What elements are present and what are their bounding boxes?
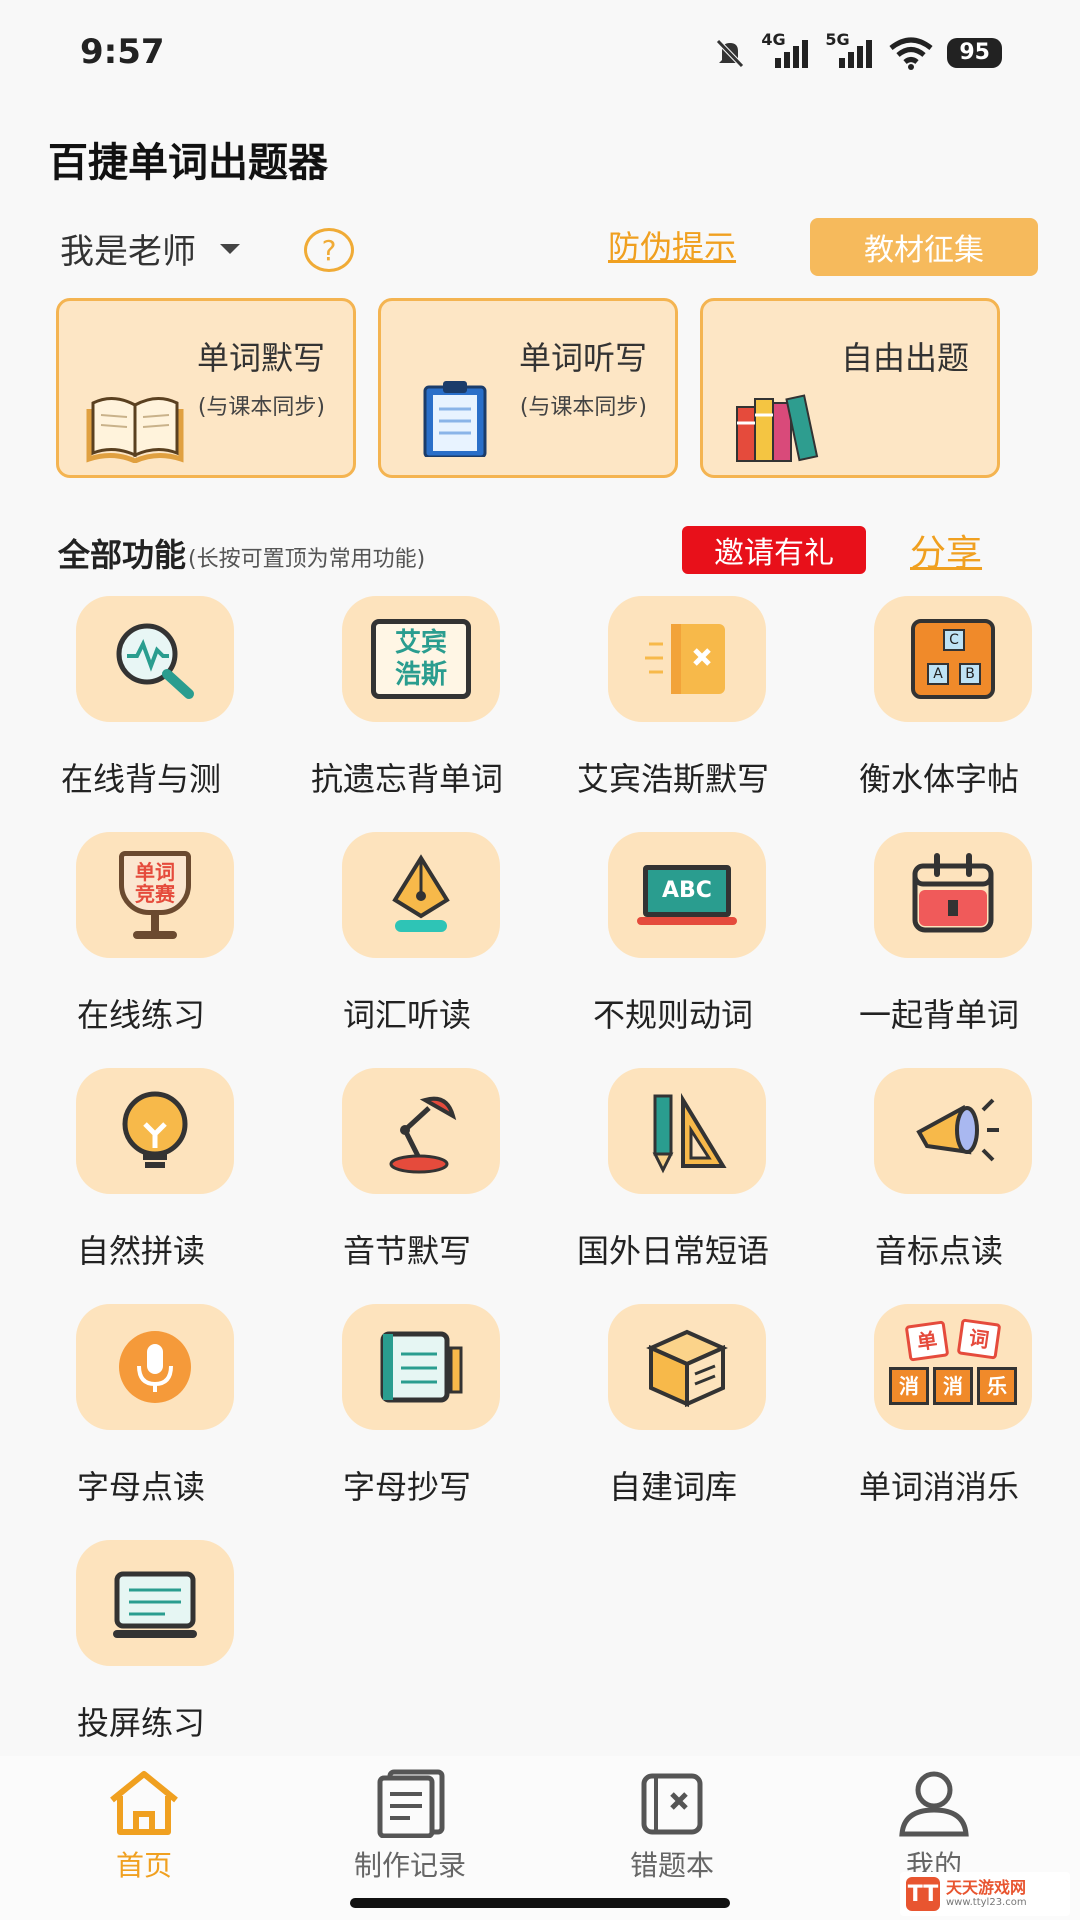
feature-phonetic-read[interactable]: 音标点读 — [806, 1068, 1072, 1270]
feature-label: 艾宾浩斯默写 — [576, 760, 769, 798]
watermark-name: 天天游戏网 — [946, 1878, 1027, 1897]
megaphone-icon — [874, 1068, 1032, 1194]
invite-button[interactable]: 邀请有礼 — [682, 526, 866, 574]
feature-label: 在线练习 — [76, 996, 205, 1034]
ruler-pencil-icon — [608, 1068, 766, 1194]
feature-online-recite-test[interactable]: 在线背与测 — [8, 596, 274, 798]
feature-label: 音标点读 — [874, 1232, 1003, 1270]
magnifier-wave-icon — [76, 596, 234, 722]
feature-vocab-listen-read[interactable]: 词汇听读 — [274, 832, 540, 1034]
error-book-icon — [641, 1773, 703, 1835]
chalkboard-icon: ABC — [608, 832, 766, 958]
lightbulb-icon — [76, 1068, 234, 1194]
copybook-icon — [342, 1304, 500, 1430]
feature-screen-cast-practice[interactable]: 投屏练习 — [8, 1540, 274, 1742]
role-label: 我是老师 — [60, 232, 196, 272]
pen-nib-icon — [342, 832, 500, 958]
status-icons: 4G 5G 95 — [713, 30, 1002, 70]
feature-label: 字母抄写 — [342, 1468, 471, 1506]
abc-blocks-icon: C A B — [874, 596, 1032, 722]
microphone-icon — [76, 1304, 234, 1430]
chevron-down-icon — [220, 243, 240, 254]
tab-home[interactable]: 首页 — [34, 1756, 254, 1884]
desk-lamp-icon — [342, 1068, 500, 1194]
card-title: 单词听写 — [518, 339, 647, 377]
feature-label: 衡水体字帖 — [858, 760, 1019, 798]
battery-indicator: 95 — [947, 38, 1002, 68]
mute-bell-icon — [716, 39, 745, 68]
textbook-collect-button[interactable]: 教材征集 — [810, 218, 1038, 276]
feature-foreign-phrases[interactable]: 国外日常短语 — [540, 1068, 806, 1270]
open-book-icon — [86, 397, 184, 463]
card-subtitle: (与课本同步) — [519, 395, 647, 420]
feature-online-practice[interactable]: 单词 竞赛 在线练习 — [8, 832, 274, 1034]
tab-profile[interactable]: 我的 — [824, 1756, 1044, 1884]
profile-icon — [899, 1771, 969, 1837]
card-title: 单词默写 — [196, 339, 325, 377]
books-icon — [736, 394, 819, 462]
box-icon — [608, 1304, 766, 1430]
feature-anti-forget[interactable]: 艾宾 浩斯 抗遗忘背单词 — [274, 596, 540, 798]
feature-letter-read[interactable]: 字母点读 — [8, 1304, 274, 1506]
feature-ebbinghaus-dictation[interactable]: 艾宾浩斯默写 — [540, 596, 806, 798]
word-board-icon: 艾宾 浩斯 — [342, 596, 500, 722]
quick-cards: 单词默写 (与课本同步) 单词听写 (与课本同步) 自由出题 — [56, 298, 1000, 478]
tab-error-book[interactable]: 错题本 — [562, 1756, 782, 1884]
nav-label: 首页 — [115, 1849, 172, 1882]
feature-label: 投屏练习 — [76, 1704, 205, 1742]
feature-custom-wordbank[interactable]: 自建词库 — [540, 1304, 806, 1506]
feature-label: 单词消消乐 — [858, 1468, 1019, 1506]
feature-word-match-game[interactable]: 单 词 消 消 乐 单词消消乐 — [806, 1304, 1072, 1506]
watermark-logo: TT — [906, 1877, 940, 1911]
feature-label: 在线背与测 — [60, 760, 221, 798]
card-word-dictation[interactable]: 单词默写 (与课本同步) — [56, 298, 356, 478]
home-indicator — [350, 1898, 730, 1908]
all-features-header: 全部功能 (长按可置顶为常用功能) — [58, 530, 425, 576]
status-time: 9:57 — [80, 32, 165, 72]
home-icon — [110, 1771, 178, 1835]
feature-label: 一起背单词 — [858, 996, 1019, 1034]
feature-label: 自然拼读 — [76, 1232, 205, 1270]
screen-icon — [76, 1540, 234, 1666]
records-icon — [377, 1769, 445, 1838]
feature-hengshui-copybook[interactable]: C A B 衡水体字帖 — [806, 596, 1072, 798]
help-button[interactable]: ? — [304, 228, 354, 272]
card-subtitle: (与课本同步) — [197, 395, 325, 420]
watermark-url: www.ttyl23.com — [946, 1897, 1027, 1908]
card-free-quiz[interactable]: 自由出题 — [700, 298, 1000, 478]
notebook-x-icon — [608, 596, 766, 722]
feature-irregular-verbs[interactable]: ABC 不规则动词 — [540, 832, 806, 1034]
nav-label: 错题本 — [629, 1849, 714, 1882]
clipboard-icon — [423, 381, 487, 457]
calendar-icon — [874, 832, 1032, 958]
share-link[interactable]: 分享 — [910, 524, 982, 576]
feature-letter-copy[interactable]: 字母抄写 — [274, 1304, 540, 1506]
wifi-icon — [889, 37, 933, 70]
trophy-icon: 单词 竞赛 — [76, 832, 234, 958]
section-title: 全部功能 — [58, 536, 187, 574]
feature-recite-together[interactable]: 一起背单词 — [806, 832, 1072, 1034]
feature-label: 抗遗忘背单词 — [310, 760, 503, 798]
app-title: 百捷单词出题器 — [48, 140, 328, 186]
tab-records[interactable]: 制作记录 — [300, 1756, 520, 1884]
feature-label: 自建词库 — [608, 1468, 737, 1506]
section-note: (长按可置顶为常用功能) — [188, 547, 426, 572]
anti-fake-link[interactable]: 防伪提示 — [608, 222, 736, 268]
signal-5g-icon: 5G — [825, 30, 875, 70]
feature-label: 不规则动词 — [592, 996, 753, 1034]
feature-phonics[interactable]: 自然拼读 — [8, 1068, 274, 1270]
feature-label: 词汇听读 — [342, 996, 471, 1034]
feature-syllable-dictation[interactable]: 音节默写 — [274, 1068, 540, 1270]
feature-label: 国外日常短语 — [576, 1232, 769, 1270]
site-watermark: TT 天天游戏网 www.ttyl23.com — [900, 1872, 1070, 1916]
card-word-listening[interactable]: 单词听写 (与课本同步) — [378, 298, 678, 478]
word-match-icon: 单 词 消 消 乐 — [874, 1304, 1032, 1430]
role-dropdown[interactable]: 我是老师 — [60, 224, 240, 273]
card-title: 自由出题 — [840, 339, 969, 377]
nav-label: 制作记录 — [353, 1849, 466, 1882]
signal-4g-icon: 4G — [761, 30, 811, 70]
feature-label: 字母点读 — [76, 1468, 205, 1506]
status-bar: 9:57 4G 5G 95 — [0, 0, 1080, 110]
feature-label: 音节默写 — [342, 1232, 471, 1270]
